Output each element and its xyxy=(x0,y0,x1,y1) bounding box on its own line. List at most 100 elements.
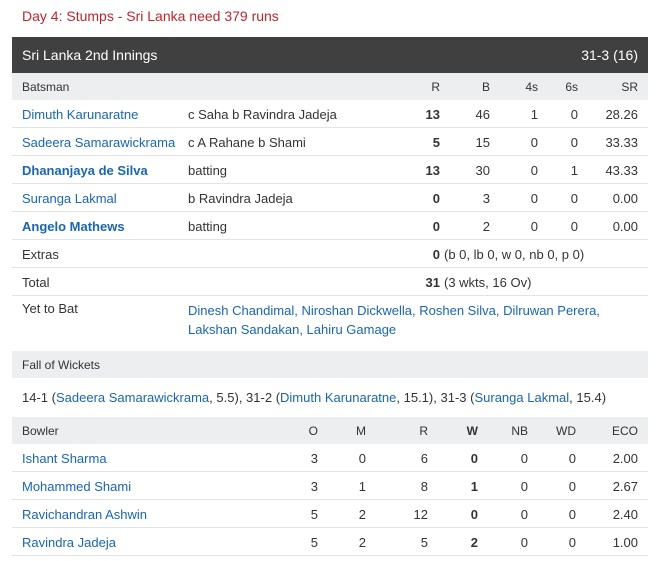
fow-player[interactable]: Sadeera Samarawickrama xyxy=(56,390,209,405)
bowler-maidens: 0 xyxy=(358,451,366,466)
batsman-name[interactable]: Sadeera Samarawickrama xyxy=(22,135,175,150)
match-status: Day 4: Stumps - Sri Lanka need 379 runs xyxy=(22,8,279,24)
yet-to-bat-player[interactable]: Lahiru Gamage xyxy=(307,322,397,337)
bowler-no-balls: 0 xyxy=(520,507,528,522)
bowler-overs: 5 xyxy=(310,535,318,550)
batsman-strike-rate: 0.00 xyxy=(612,191,638,206)
wickets-col-header: W xyxy=(466,424,478,438)
bowler-name[interactable]: Mohammed Shami xyxy=(22,479,131,494)
bowler-economy: 2.67 xyxy=(612,479,638,494)
fow-score: 31-3 xyxy=(440,390,467,405)
batsman-fours: 0 xyxy=(530,135,538,150)
bowler-row: Ishant Sharma 3 0 6 0 0 0 2.00 xyxy=(12,444,648,472)
bowler-col-header: Bowler xyxy=(22,424,59,438)
bowler-wickets: 0 xyxy=(470,451,478,466)
bowler-runs: 8 xyxy=(420,479,428,494)
bowler-wickets: 0 xyxy=(470,507,478,522)
yet-to-bat-label: Yet to Bat xyxy=(22,301,78,316)
batsman-runs: 13 xyxy=(425,163,440,178)
batsman-balls: 2 xyxy=(482,219,490,234)
extras-value: 0 xyxy=(432,247,440,262)
yet-to-bat-player[interactable]: Lakshan Sandakan xyxy=(188,322,299,337)
yet-to-bat-row: Yet to Bat Dinesh Chandimal, Niroshan Di… xyxy=(12,296,648,342)
batsman-balls: 15 xyxy=(475,135,490,150)
extras-row: Extras 0 (b 0, lb 0, w 0, nb 0, p 0) xyxy=(12,240,648,268)
batsman-fours: 0 xyxy=(530,219,538,234)
fow-player[interactable]: Suranga Lakmal xyxy=(474,390,569,405)
batsman-name[interactable]: Dimuth Karunaratne xyxy=(22,107,138,122)
bowler-row: Mohammed Shami 3 1 8 1 0 0 2.67 xyxy=(12,472,648,500)
batsman-name[interactable]: Suranga Lakmal xyxy=(22,191,117,206)
batsman-sixes: 0 xyxy=(570,191,578,206)
bowler-wickets: 1 xyxy=(470,479,478,494)
bowler-wides: 0 xyxy=(568,479,576,494)
innings-header[interactable]: Sri Lanka 2nd Innings 31-3 (16) xyxy=(12,37,648,73)
batsman-strike-rate: 43.33 xyxy=(605,163,638,178)
batsman-balls: 46 xyxy=(475,107,490,122)
bowler-maidens: 1 xyxy=(358,479,366,494)
batsman-name[interactable]: Angelo Mathews xyxy=(22,219,125,234)
bowler-wides: 0 xyxy=(568,535,576,550)
batting-header: Batsman R B 4s 6s SR xyxy=(12,73,648,100)
batsman-strike-rate: 33.33 xyxy=(605,135,638,150)
yet-to-bat-list: Dinesh Chandimal, Niroshan Dickwella, Ro… xyxy=(188,303,600,337)
fow-over: 15.1 xyxy=(403,390,429,405)
batsman-name[interactable]: Dhananjaya de Silva xyxy=(22,163,148,178)
bowler-name[interactable]: Ravichandran Ashwin xyxy=(22,507,147,522)
batsman-row: Sadeera Samarawickrama c A Rahane b Sham… xyxy=(12,128,648,156)
batsman-fours: 0 xyxy=(530,191,538,206)
batsman-sixes: 0 xyxy=(570,135,578,150)
total-label: Total xyxy=(22,275,50,290)
bowler-economy: 2.00 xyxy=(612,451,638,466)
bowler-wides: 0 xyxy=(568,507,576,522)
fow-player[interactable]: Dimuth Karunaratne xyxy=(280,390,396,405)
bowler-runs: 12 xyxy=(413,507,428,522)
dismissal: c Saha b Ravindra Jadeja xyxy=(188,107,337,122)
batsman-sixes: 1 xyxy=(570,163,578,178)
batsman-sixes: 0 xyxy=(570,219,578,234)
batsman-row: Angelo Mathews batting 0 2 0 0 0.00 xyxy=(12,212,648,240)
yet-to-bat-player[interactable]: Roshen Silva xyxy=(419,303,496,318)
bowler-runs: 5 xyxy=(420,535,428,550)
bowling-header: Bowler O M R W NB WD ECO xyxy=(12,417,648,444)
sixes-col-header: 6s xyxy=(565,80,578,94)
bowler-wides: 0 xyxy=(568,451,576,466)
fours-col-header: 4s xyxy=(525,80,538,94)
batsman-balls: 3 xyxy=(482,191,490,206)
no-balls-col-header: NB xyxy=(511,424,528,438)
bowler-name[interactable]: Ravindra Jadeja xyxy=(22,535,116,550)
total-row: Total 31 (3 wkts, 16 Ov) xyxy=(12,268,648,296)
bowler-no-balls: 0 xyxy=(520,479,528,494)
maidens-col-header: M xyxy=(356,424,366,438)
bowler-runs: 6 xyxy=(420,451,428,466)
yet-to-bat-player[interactable]: Dilruwan Perera xyxy=(503,303,596,318)
batsman-strike-rate: 0.00 xyxy=(612,219,638,234)
runs-col-header: R xyxy=(431,80,440,94)
batsman-row: Dhananjaya de Silva batting 13 30 0 1 43… xyxy=(12,156,648,184)
batsman-runs: 5 xyxy=(432,135,440,150)
batsman-row: Suranga Lakmal b Ravindra Jadeja 0 3 0 0… xyxy=(12,184,648,212)
bowler-overs: 5 xyxy=(310,507,318,522)
overs-col-header: O xyxy=(308,424,318,438)
bowler-name[interactable]: Ishant Sharma xyxy=(22,451,107,466)
extras-detail: (b 0, lb 0, w 0, nb 0, p 0) xyxy=(444,247,585,262)
batsman-row: Dimuth Karunaratne c Saha b Ravindra Jad… xyxy=(12,100,648,128)
fall-of-wickets-header: Fall of Wickets xyxy=(12,351,648,378)
batsman-col-header: Batsman xyxy=(22,80,70,94)
bowler-row: Ravindra Jadeja 5 2 5 2 0 0 1.00 xyxy=(12,528,648,556)
bowler-overs: 3 xyxy=(310,479,318,494)
strike-rate-col-header: SR xyxy=(621,80,638,94)
yet-to-bat-player[interactable]: Niroshan Dickwella xyxy=(301,303,412,318)
bowler-maidens: 2 xyxy=(358,535,366,550)
fow-over: 5.5 xyxy=(216,390,235,405)
total-detail: (3 wkts, 16 Ov) xyxy=(444,275,532,290)
dismissal: c A Rahane b Shami xyxy=(188,135,306,150)
batsman-runs: 13 xyxy=(425,107,440,122)
batsman-balls: 30 xyxy=(475,163,490,178)
dismissal: b Ravindra Jadeja xyxy=(188,191,293,206)
fow-score: 14-1 xyxy=(22,390,49,405)
yet-to-bat-player[interactable]: Dinesh Chandimal xyxy=(188,303,294,318)
innings-title: Sri Lanka 2nd Innings xyxy=(22,47,158,63)
fow-score: 31-2 xyxy=(246,390,273,405)
fall-of-wickets-list: 14-1 (Sadeera Samarawickrama, 5.5), 31-2… xyxy=(22,390,607,405)
